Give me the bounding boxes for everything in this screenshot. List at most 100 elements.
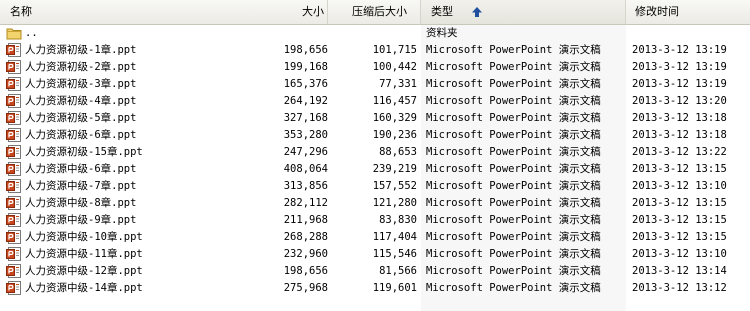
file-size: 211,968 bbox=[283, 214, 328, 226]
file-type: Microsoft PowerPoint 演示文稿 bbox=[426, 44, 601, 56]
file-modified: 2013-3-12 13:19 bbox=[632, 44, 727, 56]
sort-ascending-icon bbox=[471, 7, 482, 17]
file-size: 232,960 bbox=[283, 248, 328, 260]
powerpoint-file-icon bbox=[6, 162, 21, 176]
file-modified: 2013-3-12 13:22 bbox=[632, 146, 727, 158]
powerpoint-file-icon bbox=[6, 111, 21, 125]
powerpoint-file-icon bbox=[6, 264, 21, 278]
file-row[interactable]: 人力资源初级-2章.ppt 199,168 100,442 Microsoft Pow… bbox=[0, 59, 750, 76]
parent-folder-name: .. bbox=[25, 27, 38, 39]
folder-up-icon bbox=[6, 28, 22, 40]
file-modified: 2013-3-12 13:15 bbox=[632, 197, 727, 209]
powerpoint-file-icon bbox=[6, 281, 21, 295]
file-modified: 2013-3-12 13:14 bbox=[632, 265, 727, 277]
file-modified: 2013-3-12 13:15 bbox=[632, 163, 727, 175]
file-row[interactable]: 人力资源中级-6章.ppt 408,064 239,219 Microsoft Pow… bbox=[0, 161, 750, 178]
archive-file-list: 名称 大小 压缩后大小 类型 修改时间 .. 资料夹 人力资源初级-1章.ppt… bbox=[0, 0, 750, 311]
file-row[interactable]: 人力资源中级-7章.ppt 313,856 157,552 Microsoft Pow… bbox=[0, 178, 750, 195]
column-header-size[interactable]: 大小 bbox=[250, 0, 328, 24]
file-row[interactable]: 人力资源中级-9章.ppt 211,968 83,830 Microsoft Powe… bbox=[0, 212, 750, 229]
file-row[interactable]: 人力资源初级-1章.ppt 198,656 101,715 Microsoft Pow… bbox=[0, 42, 750, 59]
file-type: Microsoft PowerPoint 演示文稿 bbox=[426, 248, 601, 260]
file-size: 282,112 bbox=[283, 197, 328, 209]
file-compressed-size: 77,331 bbox=[379, 78, 417, 90]
file-row[interactable]: 人力资源初级-5章.ppt 327,168 160,329 Microsoft Pow… bbox=[0, 110, 750, 127]
file-size: 198,656 bbox=[283, 265, 328, 277]
file-compressed-size: 83,830 bbox=[379, 214, 417, 226]
column-header-size-label: 大小 bbox=[302, 5, 324, 18]
file-row[interactable]: 人力资源初级-15章.ppt 247,296 88,653 Microsoft Pow… bbox=[0, 144, 750, 161]
column-header-modified[interactable]: 修改时间 bbox=[626, 0, 750, 24]
file-compressed-size: 160,329 bbox=[372, 112, 417, 124]
file-compressed-size: 101,715 bbox=[372, 44, 417, 56]
file-row[interactable]: 人力资源中级-12章.ppt 198,656 81,566 Microsoft Pow… bbox=[0, 263, 750, 280]
file-modified: 2013-3-12 13:10 bbox=[632, 248, 727, 260]
column-header-type[interactable]: 类型 bbox=[421, 0, 626, 24]
file-row[interactable]: 人力资源中级-11章.ppt 232,960 115,546 Microsoft Po… bbox=[0, 246, 750, 263]
column-header-compressed-size[interactable]: 压缩后大小 bbox=[328, 0, 421, 24]
column-header-type-label: 类型 bbox=[431, 5, 453, 18]
file-compressed-size: 116,457 bbox=[372, 95, 417, 107]
powerpoint-file-icon bbox=[6, 213, 21, 227]
file-compressed-size: 190,236 bbox=[372, 129, 417, 141]
file-size: 199,168 bbox=[283, 61, 328, 73]
file-type: Microsoft PowerPoint 演示文稿 bbox=[426, 163, 601, 175]
powerpoint-file-icon bbox=[6, 247, 21, 261]
powerpoint-file-icon bbox=[6, 77, 21, 91]
column-header-compressed-label: 压缩后大小 bbox=[352, 5, 407, 18]
file-modified: 2013-3-12 13:19 bbox=[632, 78, 727, 90]
file-modified: 2013-3-12 13:19 bbox=[632, 61, 727, 73]
file-type: Microsoft PowerPoint 演示文稿 bbox=[426, 214, 601, 226]
file-row[interactable]: 人力资源初级-4章.ppt 264,192 116,457 Microsoft Pow… bbox=[0, 93, 750, 110]
powerpoint-file-icon bbox=[6, 94, 21, 108]
file-type: Microsoft PowerPoint 演示文稿 bbox=[426, 78, 601, 90]
file-type: Microsoft PowerPoint 演示文稿 bbox=[426, 265, 601, 277]
file-size: 408,064 bbox=[283, 163, 328, 175]
file-compressed-size: 81,566 bbox=[379, 265, 417, 277]
file-compressed-size: 239,219 bbox=[372, 163, 417, 175]
powerpoint-file-icon bbox=[6, 60, 21, 74]
file-size: 327,168 bbox=[283, 112, 328, 124]
column-header-name-label: 名称 bbox=[10, 5, 32, 18]
powerpoint-file-icon bbox=[6, 196, 21, 210]
file-type: Microsoft PowerPoint 演示文稿 bbox=[426, 146, 601, 158]
file-row[interactable]: 人力资源中级-8章.ppt 282,112 121,280 Microsoft Pow… bbox=[0, 195, 750, 212]
file-size: 198,656 bbox=[283, 44, 328, 56]
file-compressed-size: 119,601 bbox=[372, 282, 417, 294]
file-modified: 2013-3-12 13:12 bbox=[632, 282, 727, 294]
file-compressed-size: 121,280 bbox=[372, 197, 417, 209]
file-type: Microsoft PowerPoint 演示文稿 bbox=[426, 95, 601, 107]
file-size: 313,856 bbox=[283, 180, 328, 192]
file-modified: 2013-3-12 13:18 bbox=[632, 129, 727, 141]
file-type: Microsoft PowerPoint 演示文稿 bbox=[426, 61, 601, 73]
file-type: Microsoft PowerPoint 演示文稿 bbox=[426, 129, 601, 141]
file-size: 268,288 bbox=[283, 231, 328, 243]
file-type: Microsoft PowerPoint 演示文稿 bbox=[426, 112, 601, 124]
file-modified: 2013-3-12 13:15 bbox=[632, 214, 727, 226]
file-type: Microsoft PowerPoint 演示文稿 bbox=[426, 282, 601, 294]
powerpoint-file-icon bbox=[6, 179, 21, 193]
file-compressed-size: 115,546 bbox=[372, 248, 417, 260]
file-row[interactable]: 人力资源初级-6章.ppt 353,280 190,236 Microsoft Pow… bbox=[0, 127, 750, 144]
file-size: 353,280 bbox=[283, 129, 328, 141]
powerpoint-file-icon bbox=[6, 43, 21, 57]
file-compressed-size: 117,404 bbox=[372, 231, 417, 243]
file-row[interactable]: 人力资源初级-3章.ppt 165,376 77,331 Microsoft Powe… bbox=[0, 76, 750, 93]
file-row[interactable]: 人力资源中级-14章.ppt 275,968 119,601 Microsoft Po… bbox=[0, 280, 750, 297]
file-modified: 2013-3-12 13:15 bbox=[632, 231, 727, 243]
powerpoint-file-icon bbox=[6, 128, 21, 142]
powerpoint-file-icon bbox=[6, 230, 21, 244]
file-size: 165,376 bbox=[283, 78, 328, 90]
parent-folder-row[interactable]: .. 资料夹 bbox=[0, 25, 750, 42]
powerpoint-file-icon bbox=[6, 145, 21, 159]
file-compressed-size: 88,653 bbox=[379, 146, 417, 158]
file-modified: 2013-3-12 13:18 bbox=[632, 112, 727, 124]
file-modified: 2013-3-12 13:20 bbox=[632, 95, 727, 107]
file-size: 247,296 bbox=[283, 146, 328, 158]
column-header-bar: 名称 大小 压缩后大小 类型 修改时间 bbox=[0, 0, 750, 25]
file-modified: 2013-3-12 13:10 bbox=[632, 180, 727, 192]
file-row[interactable]: 人力资源中级-10章.ppt 268,288 117,404 Microsoft Po… bbox=[0, 229, 750, 246]
file-compressed-size: 100,442 bbox=[372, 61, 417, 73]
file-size: 264,192 bbox=[283, 95, 328, 107]
file-size: 275,968 bbox=[283, 282, 328, 294]
